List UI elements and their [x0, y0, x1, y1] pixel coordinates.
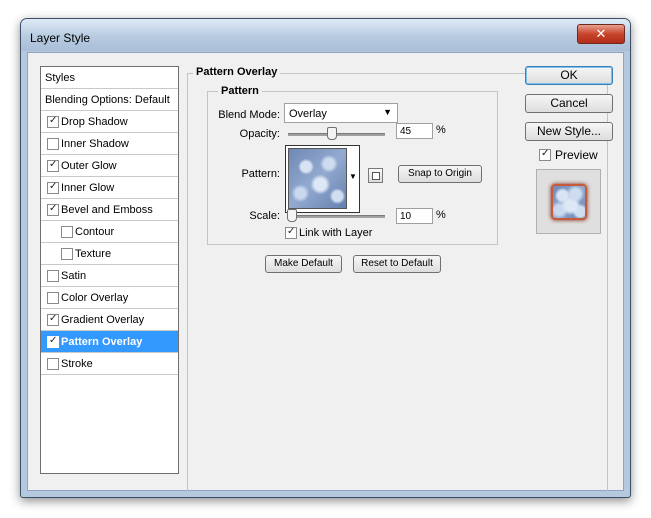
cancel-button[interactable]: Cancel: [525, 94, 613, 113]
blending-options-item[interactable]: Blending Options: Default: [41, 89, 178, 111]
title-bar[interactable]: Layer Style ✕: [21, 19, 630, 51]
style-item-checkbox[interactable]: [61, 248, 73, 260]
style-item-inner-glow[interactable]: Inner Glow: [41, 177, 178, 199]
pattern-label: Pattern:: [241, 168, 280, 180]
style-item-checkbox[interactable]: [47, 181, 59, 194]
panel-title: Pattern Overlay: [193, 66, 281, 78]
style-item-checkbox[interactable]: [47, 270, 59, 282]
opacity-percent: %: [436, 124, 446, 136]
scale-slider-track[interactable]: [288, 215, 385, 218]
style-item-label: Pattern Overlay: [61, 336, 143, 348]
style-item-inner-shadow[interactable]: Inner Shadow: [41, 133, 178, 155]
link-with-layer-label: Link with Layer: [299, 227, 373, 239]
style-item-label: Drop Shadow: [61, 116, 128, 128]
reset-to-default-button[interactable]: Reset to Default: [353, 255, 441, 273]
style-item-label: Satin: [61, 270, 87, 282]
link-with-layer-checkbox[interactable]: [285, 226, 297, 239]
preview-label: Preview: [555, 148, 598, 162]
opacity-slider-thumb[interactable]: [326, 127, 337, 140]
opacity-label: Opacity:: [239, 128, 280, 140]
style-item-label: Texture: [75, 248, 112, 260]
dialog-body: Styles Blending Options: Default Drop Sh…: [27, 52, 624, 496]
layer-style-dialog: Layer Style ✕ Styles Blending Options: D…: [20, 18, 631, 498]
style-item-label: Outer Glow: [61, 160, 117, 172]
chevron-down-icon: ▼: [383, 107, 392, 117]
pattern-picker[interactable]: ▼: [285, 145, 360, 213]
styles-header-label: Styles: [45, 72, 75, 84]
style-item-contour[interactable]: Contour: [41, 221, 178, 243]
style-item-outer-glow[interactable]: Outer Glow: [41, 155, 178, 177]
pattern-group-title: Pattern: [218, 85, 262, 97]
style-item-checkbox[interactable]: [61, 226, 73, 238]
style-item-label: Color Overlay: [61, 292, 129, 304]
blending-options-label: Blending Options: Default: [45, 94, 170, 106]
snap-to-origin-button[interactable]: Snap to Origin: [398, 165, 482, 183]
scale-slider-thumb[interactable]: [287, 209, 297, 222]
style-item-satin[interactable]: Satin: [41, 265, 178, 287]
style-item-label: Inner Glow: [61, 182, 115, 194]
style-item-label: Contour: [75, 226, 115, 238]
blend-mode-value: Overlay: [289, 108, 327, 120]
style-item-pattern-overlay[interactable]: Pattern Overlay: [41, 331, 178, 353]
style-item-label: Bevel and Emboss: [61, 204, 153, 216]
opacity-input[interactable]: [396, 123, 433, 139]
style-item-label: Inner Shadow: [61, 138, 129, 150]
style-item-texture[interactable]: Texture: [41, 243, 178, 265]
ok-button[interactable]: OK: [525, 66, 613, 85]
style-item-color-overlay[interactable]: Color Overlay: [41, 287, 178, 309]
styles-list: Styles Blending Options: Default Drop Sh…: [40, 66, 179, 474]
pattern-swatch: [288, 148, 347, 209]
style-item-label: Stroke: [61, 358, 93, 370]
styles-header[interactable]: Styles: [41, 67, 178, 89]
blend-mode-select[interactable]: Overlay ▼: [284, 103, 398, 123]
make-default-button[interactable]: Make Default: [265, 255, 342, 273]
pattern-dropdown-icon[interactable]: ▼: [349, 172, 357, 181]
style-item-checkbox[interactable]: [47, 138, 59, 150]
style-item-checkbox[interactable]: [47, 358, 59, 370]
style-item-gradient-overlay[interactable]: Gradient Overlay: [41, 309, 178, 331]
style-item-label: Gradient Overlay: [61, 314, 145, 326]
style-item-checkbox[interactable]: [47, 313, 59, 326]
style-item-checkbox[interactable]: [47, 203, 59, 216]
style-item-bevel-and-emboss[interactable]: Bevel and Emboss: [41, 199, 178, 221]
blend-mode-label: Blend Mode:: [218, 109, 280, 121]
new-preset-icon[interactable]: [368, 168, 383, 183]
scale-input[interactable]: [396, 208, 433, 224]
scale-percent: %: [436, 209, 446, 221]
close-button[interactable]: ✕: [577, 24, 625, 44]
style-item-drop-shadow[interactable]: Drop Shadow: [41, 111, 178, 133]
style-item-checkbox[interactable]: [47, 159, 59, 172]
style-item-stroke[interactable]: Stroke: [41, 353, 178, 375]
scale-label: Scale:: [249, 210, 280, 222]
style-item-checkbox[interactable]: [47, 335, 59, 348]
preview-swatch: [551, 184, 587, 220]
style-item-checkbox[interactable]: [47, 115, 59, 128]
preview-thumbnail: [536, 169, 601, 234]
preview-checkbox[interactable]: [539, 148, 551, 161]
window-title: Layer Style: [30, 31, 91, 45]
style-item-checkbox[interactable]: [47, 292, 59, 304]
new-style-button[interactable]: New Style...: [525, 122, 613, 141]
